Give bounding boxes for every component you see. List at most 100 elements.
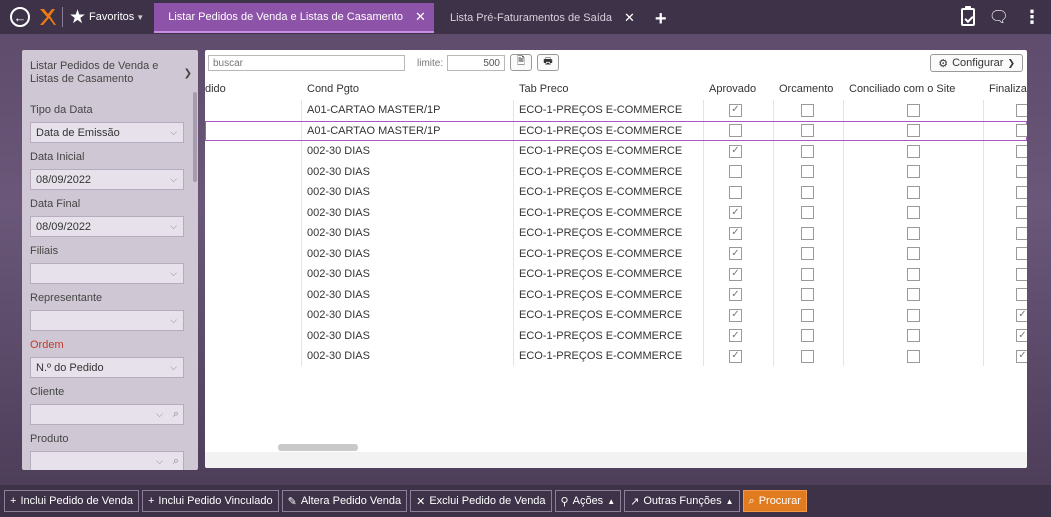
orcamento-checkbox[interactable] bbox=[801, 185, 814, 199]
limit-input[interactable] bbox=[447, 55, 505, 71]
column-header[interactable]: Aprovado bbox=[709, 78, 777, 100]
finalizado-checkbox[interactable] bbox=[1016, 206, 1027, 220]
orcamento-checkbox[interactable] bbox=[801, 226, 814, 240]
orcamento-checkbox[interactable] bbox=[801, 124, 814, 138]
aprovado-checkbox[interactable] bbox=[729, 124, 742, 138]
aprovado-checkbox[interactable]: ✓ bbox=[729, 329, 742, 343]
search-input[interactable] bbox=[208, 55, 405, 71]
chevron-down-icon[interactable]: ⌵ bbox=[170, 127, 177, 138]
add-sales-order-button[interactable]: + Inclui Pedido de Venda bbox=[4, 490, 139, 512]
kebab-menu-icon[interactable]: ⋮ bbox=[1023, 8, 1041, 26]
filter-field[interactable]: ⌵ bbox=[30, 310, 184, 331]
conciliado-checkbox[interactable] bbox=[907, 308, 920, 322]
aprovado-checkbox[interactable]: ✓ bbox=[729, 144, 742, 158]
table-row[interactable]: 002-30 DIAS ECO-1-PREÇOS E-COMMERCE ✓ bbox=[205, 203, 1027, 224]
chat-icon[interactable]: 🗨 bbox=[989, 7, 1009, 27]
search-button[interactable]: ⌕ Procurar bbox=[742, 490, 807, 512]
favorites-menu[interactable]: ★ Favoritos ▼ bbox=[69, 8, 144, 27]
filter-field[interactable]: ⌵ bbox=[30, 263, 184, 284]
conciliado-checkbox[interactable] bbox=[907, 349, 920, 363]
filter-panel-header[interactable]: Listar Pedidos de Venda e Listas de Casa… bbox=[22, 50, 198, 96]
table-row[interactable]: 002-30 DIAS ECO-1-PREÇOS E-COMMERCE ✓ bbox=[205, 223, 1027, 244]
finalizado-checkbox[interactable]: ✓ bbox=[1016, 308, 1027, 322]
table-row[interactable]: 002-30 DIAS ECO-1-PREÇOS E-COMMERCE bbox=[205, 182, 1027, 203]
chevron-down-icon[interactable]: ⌵ bbox=[170, 268, 177, 279]
finalizado-checkbox[interactable] bbox=[1016, 124, 1027, 138]
filter-field[interactable]: ⌵ ⌕ bbox=[30, 451, 184, 470]
conciliado-checkbox[interactable] bbox=[907, 267, 920, 281]
column-header[interactable]: Tab Preco bbox=[519, 78, 707, 100]
finalizado-checkbox[interactable] bbox=[1016, 226, 1027, 240]
finalizado-checkbox[interactable]: ✓ bbox=[1016, 349, 1027, 363]
orcamento-checkbox[interactable] bbox=[801, 247, 814, 261]
actions-button[interactable]: ⚲ Ações ▲ bbox=[554, 490, 622, 512]
filter-field[interactable]: N.º do Pedido ⌵ bbox=[30, 357, 184, 378]
orcamento-checkbox[interactable] bbox=[801, 165, 814, 179]
orcamento-checkbox[interactable] bbox=[801, 288, 814, 302]
aprovado-checkbox[interactable]: ✓ bbox=[729, 308, 742, 322]
conciliado-checkbox[interactable] bbox=[907, 165, 920, 179]
chevron-down-icon[interactable]: ⌵ bbox=[156, 409, 163, 420]
chevron-down-icon[interactable]: ⌵ bbox=[170, 362, 177, 373]
aprovado-checkbox[interactable]: ✓ bbox=[729, 349, 742, 363]
table-row[interactable]: 002-30 DIAS ECO-1-PREÇOS E-COMMERCE ✓ bbox=[205, 244, 1027, 265]
conciliado-checkbox[interactable] bbox=[907, 185, 920, 199]
table-row[interactable]: 002-30 DIAS ECO-1-PREÇOS E-COMMERCE ✓ bbox=[205, 141, 1027, 162]
aprovado-checkbox[interactable]: ✓ bbox=[729, 226, 742, 240]
table-row[interactable]: 002-30 DIAS ECO-1-PREÇOS E-COMMERCE ✓ ✓ bbox=[205, 346, 1027, 367]
other-functions-button[interactable]: ↗ Outras Funções ▲ bbox=[624, 490, 740, 512]
delete-sales-order-button[interactable]: ✕ Exclui Pedido de Venda bbox=[410, 490, 552, 512]
aprovado-checkbox[interactable]: ✓ bbox=[729, 247, 742, 261]
conciliado-checkbox[interactable] bbox=[907, 288, 920, 302]
column-header[interactable]: Finalizad bbox=[989, 78, 1027, 100]
finalizado-checkbox[interactable]: ✓ bbox=[1016, 329, 1027, 343]
configure-button[interactable]: ⚙ Configurar ❯ bbox=[930, 54, 1023, 72]
conciliado-checkbox[interactable] bbox=[907, 124, 920, 138]
table-row[interactable]: A01-CARTAO MASTER/1P ECO-1-PREÇOS E-COMME… bbox=[205, 100, 1027, 121]
chevron-down-icon[interactable]: ⌵ bbox=[170, 315, 177, 326]
orcamento-checkbox[interactable] bbox=[801, 329, 814, 343]
back-arrow-icon[interactable]: ← bbox=[10, 7, 30, 27]
conciliado-checkbox[interactable] bbox=[907, 329, 920, 343]
clipboard-check-icon[interactable] bbox=[960, 6, 975, 26]
orcamento-checkbox[interactable] bbox=[801, 144, 814, 158]
chevron-down-icon[interactable]: ⌵ bbox=[156, 456, 163, 467]
table-row[interactable]: 002-30 DIAS ECO-1-PREÇOS E-COMMERCE ✓ ✓ bbox=[205, 305, 1027, 326]
horizontal-scrollbar[interactable] bbox=[278, 444, 358, 451]
orcamento-checkbox[interactable] bbox=[801, 349, 814, 363]
aprovado-checkbox[interactable] bbox=[729, 185, 742, 199]
chevron-down-icon[interactable]: ⌵ bbox=[170, 221, 177, 232]
filter-field[interactable]: ⌵ ⌕ bbox=[30, 404, 184, 425]
chevron-down-icon[interactable]: ⌵ bbox=[170, 174, 177, 185]
aprovado-checkbox[interactable]: ✓ bbox=[729, 206, 742, 220]
add-linked-order-button[interactable]: + Inclui Pedido Vinculado bbox=[141, 490, 279, 512]
finalizado-checkbox[interactable] bbox=[1016, 288, 1027, 302]
aprovado-checkbox[interactable] bbox=[729, 165, 742, 179]
search-icon[interactable]: ⌕ bbox=[173, 408, 179, 421]
conciliado-checkbox[interactable] bbox=[907, 103, 920, 117]
chevron-down-icon[interactable]: ❯ bbox=[184, 68, 192, 79]
search-icon[interactable]: ⌕ bbox=[173, 455, 179, 468]
column-header[interactable]: Conciliado com o Site bbox=[849, 78, 987, 100]
aprovado-checkbox[interactable]: ✓ bbox=[729, 288, 742, 302]
tab-pre-faturamentos[interactable]: Lista Pré-Faturamentos de Saída ✕ bbox=[436, 3, 643, 33]
filter-field[interactable]: 08/09/2022 ⌵ bbox=[30, 216, 184, 237]
finalizado-checkbox[interactable] bbox=[1016, 165, 1027, 179]
close-icon[interactable]: ✕ bbox=[415, 9, 426, 25]
filter-field[interactable]: Data de Emissão ⌵ bbox=[30, 122, 184, 143]
orcamento-checkbox[interactable] bbox=[801, 206, 814, 220]
filter-field[interactable]: 08/09/2022 ⌵ bbox=[30, 169, 184, 190]
new-tab-button[interactable]: + bbox=[655, 8, 667, 31]
table-row[interactable]: 002-30 DIAS ECO-1-PREÇOS E-COMMERCE bbox=[205, 162, 1027, 183]
finalizado-checkbox[interactable] bbox=[1016, 185, 1027, 199]
conciliado-checkbox[interactable] bbox=[907, 144, 920, 158]
table-row[interactable]: 002-30 DIAS ECO-1-PREÇOS E-COMMERCE ✓ bbox=[205, 285, 1027, 306]
conciliado-checkbox[interactable] bbox=[907, 247, 920, 261]
conciliado-checkbox[interactable] bbox=[907, 206, 920, 220]
column-header[interactable]: dido bbox=[205, 78, 301, 100]
conciliado-checkbox[interactable] bbox=[907, 226, 920, 240]
aprovado-checkbox[interactable]: ✓ bbox=[729, 267, 742, 281]
finalizado-checkbox[interactable] bbox=[1016, 247, 1027, 261]
orcamento-checkbox[interactable] bbox=[801, 308, 814, 322]
column-header[interactable]: Cond Pgto bbox=[307, 78, 517, 100]
